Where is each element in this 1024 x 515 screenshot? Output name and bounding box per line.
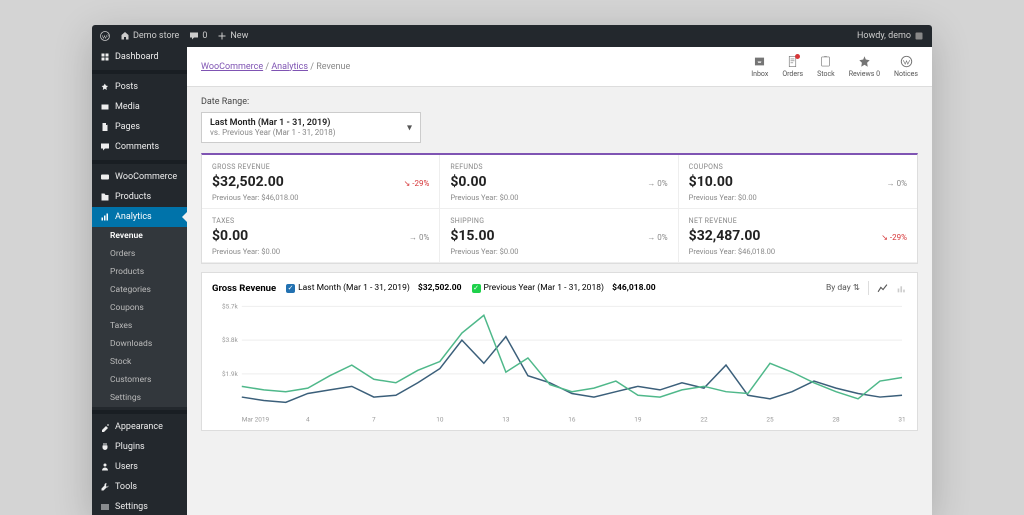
interval-dropdown[interactable]: By day ⇅ — [826, 283, 860, 293]
sidebar-item-settings[interactable]: Settings — [92, 497, 187, 515]
date-range-dropdown[interactable]: Last Month (Mar 1 - 31, 2019) vs. Previo… — [201, 112, 421, 143]
sidebar-item-appearance[interactable]: Appearance — [92, 417, 187, 437]
stock-icon — [819, 55, 832, 68]
content-area: WooCommerce / Analytics / Revenue Inbox O… — [187, 47, 932, 515]
howdy-link[interactable]: Howdy, demo — [857, 31, 924, 41]
wp-logo-icon[interactable] — [100, 31, 110, 41]
topbar-reviews[interactable]: Reviews 0 — [849, 55, 880, 78]
site-link[interactable]: Demo store — [120, 31, 179, 41]
avatar-icon — [914, 31, 924, 41]
stat-card-taxes[interactable]: TAXES$0.00→ 0%Previous Year: $0.00 — [202, 209, 440, 263]
sidebar-item-tools[interactable]: Tools — [92, 477, 187, 497]
sidebar-item-analytics[interactable]: Analytics — [92, 207, 187, 227]
analytics-icon — [100, 212, 110, 222]
svg-text:$1.9k: $1.9k — [222, 370, 239, 378]
line-chart-icon[interactable] — [877, 283, 888, 294]
sidebar-item-media[interactable]: Media — [92, 97, 187, 117]
bar-chart-icon[interactable] — [896, 283, 907, 294]
submenu-item-orders[interactable]: Orders — [92, 245, 187, 263]
woo-icon — [100, 172, 110, 182]
svg-text:28: 28 — [832, 416, 840, 424]
sidebar-item-users[interactable]: Users — [92, 457, 187, 477]
date-range-section: Date Range: Last Month (Mar 1 - 31, 2019… — [187, 87, 932, 153]
appearance-icon — [100, 422, 110, 432]
submenu-item-categories[interactable]: Categories — [92, 281, 187, 299]
breadcrumb: WooCommerce / Analytics / Revenue — [201, 62, 350, 72]
media-icon — [100, 102, 110, 112]
submenu-item-settings[interactable]: Settings — [92, 389, 187, 407]
stat-card-refunds[interactable]: REFUNDS$0.00→ 0%Previous Year: $0.00 — [440, 155, 678, 209]
svg-text:13: 13 — [502, 416, 510, 424]
sidebar-item-products[interactable]: Products — [92, 187, 187, 207]
topbar-notices[interactable]: Notices — [894, 55, 918, 78]
checkbox-icon: ✓ — [472, 284, 481, 293]
admin-sidebar: Dashboard PostsMediaPagesComments WooComme… — [92, 47, 187, 515]
stat-card-shipping[interactable]: SHIPPING$15.00→ 0%Previous Year: $0.00 — [440, 209, 678, 263]
admin-bar: Demo store 0 New Howdy, demo — [92, 25, 932, 47]
breadcrumb-current: Revenue — [316, 62, 350, 72]
chart-panel: Gross Revenue ✓ Last Month (Mar 1 - 31, … — [201, 272, 918, 431]
products-icon — [100, 192, 110, 202]
svg-text:$5.7k: $5.7k — [222, 302, 239, 310]
sidebar-item-comments[interactable]: Comments — [92, 137, 187, 157]
sidebar-item-woocommerce[interactable]: WooCommerce — [92, 167, 187, 187]
notices-icon — [900, 55, 913, 68]
svg-text:4: 4 — [306, 416, 310, 424]
topbar-inbox[interactable]: Inbox — [751, 55, 768, 78]
svg-text:Mar 2019: Mar 2019 — [242, 416, 270, 424]
dashboard-icon — [100, 52, 110, 62]
page-topbar: WooCommerce / Analytics / Revenue Inbox O… — [187, 47, 932, 87]
legend-previous[interactable]: ✓ Previous Year (Mar 1 - 31, 2018) $46,0… — [472, 283, 656, 293]
svg-text:31: 31 — [898, 416, 905, 424]
chart-title: Gross Revenue — [212, 283, 276, 294]
submenu-item-downloads[interactable]: Downloads — [92, 335, 187, 353]
inbox-icon — [753, 55, 766, 68]
stats-grid: GROSS REVENUE$32,502.00↘ -29%Previous Ye… — [201, 153, 918, 264]
stat-card-gross-revenue[interactable]: GROSS REVENUE$32,502.00↘ -29%Previous Ye… — [202, 155, 440, 209]
legend-current[interactable]: ✓ Last Month (Mar 1 - 31, 2019) $32,502.… — [286, 283, 461, 293]
breadcrumb-woocommerce[interactable]: WooCommerce — [201, 62, 263, 72]
sidebar-item-pages[interactable]: Pages — [92, 117, 187, 137]
svg-text:7: 7 — [372, 416, 376, 424]
svg-text:10: 10 — [436, 416, 444, 424]
svg-text:22: 22 — [700, 416, 708, 424]
svg-text:19: 19 — [634, 416, 642, 424]
settings-icon — [100, 502, 110, 512]
date-range-label: Date Range: — [201, 97, 918, 107]
svg-text:25: 25 — [766, 416, 774, 424]
orders-icon — [786, 55, 799, 68]
stat-card-net-revenue[interactable]: NET REVENUE$32,487.00↘ -29%Previous Year… — [679, 209, 917, 263]
submenu-item-products[interactable]: Products — [92, 263, 187, 281]
page-icon — [100, 122, 110, 132]
submenu-item-stock[interactable]: Stock — [92, 353, 187, 371]
sidebar-item-plugins[interactable]: Plugins — [92, 437, 187, 457]
pin-icon — [100, 82, 110, 92]
svg-text:16: 16 — [568, 416, 576, 424]
submenu-item-revenue[interactable]: Revenue — [92, 227, 187, 245]
star-icon — [858, 55, 871, 68]
comment-icon — [100, 142, 110, 152]
tools-icon — [100, 482, 110, 492]
chart-plot: $1.9k $3.8k $5.7k Mar 2019 4 7 10 13 16 19 22 25 28 3… — [212, 301, 907, 426]
comments-link[interactable]: 0 — [189, 31, 207, 41]
stat-card-coupons[interactable]: COUPONS$10.00→ 0%Previous Year: $0.00 — [679, 155, 917, 209]
checkbox-icon: ✓ — [286, 284, 295, 293]
users-icon — [100, 462, 110, 472]
sidebar-item-dashboard[interactable]: Dashboard — [92, 47, 187, 67]
svg-text:$3.8k: $3.8k — [222, 336, 239, 344]
topbar-stock[interactable]: Stock — [817, 55, 835, 78]
submenu-item-taxes[interactable]: Taxes — [92, 317, 187, 335]
submenu-item-customers[interactable]: Customers — [92, 371, 187, 389]
breadcrumb-analytics[interactable]: Analytics — [271, 62, 308, 72]
submenu-item-coupons[interactable]: Coupons — [92, 299, 187, 317]
new-link[interactable]: New — [217, 31, 248, 41]
plugin-icon — [100, 442, 110, 452]
topbar-orders[interactable]: Orders — [782, 55, 803, 78]
sidebar-item-posts[interactable]: Posts — [92, 77, 187, 97]
